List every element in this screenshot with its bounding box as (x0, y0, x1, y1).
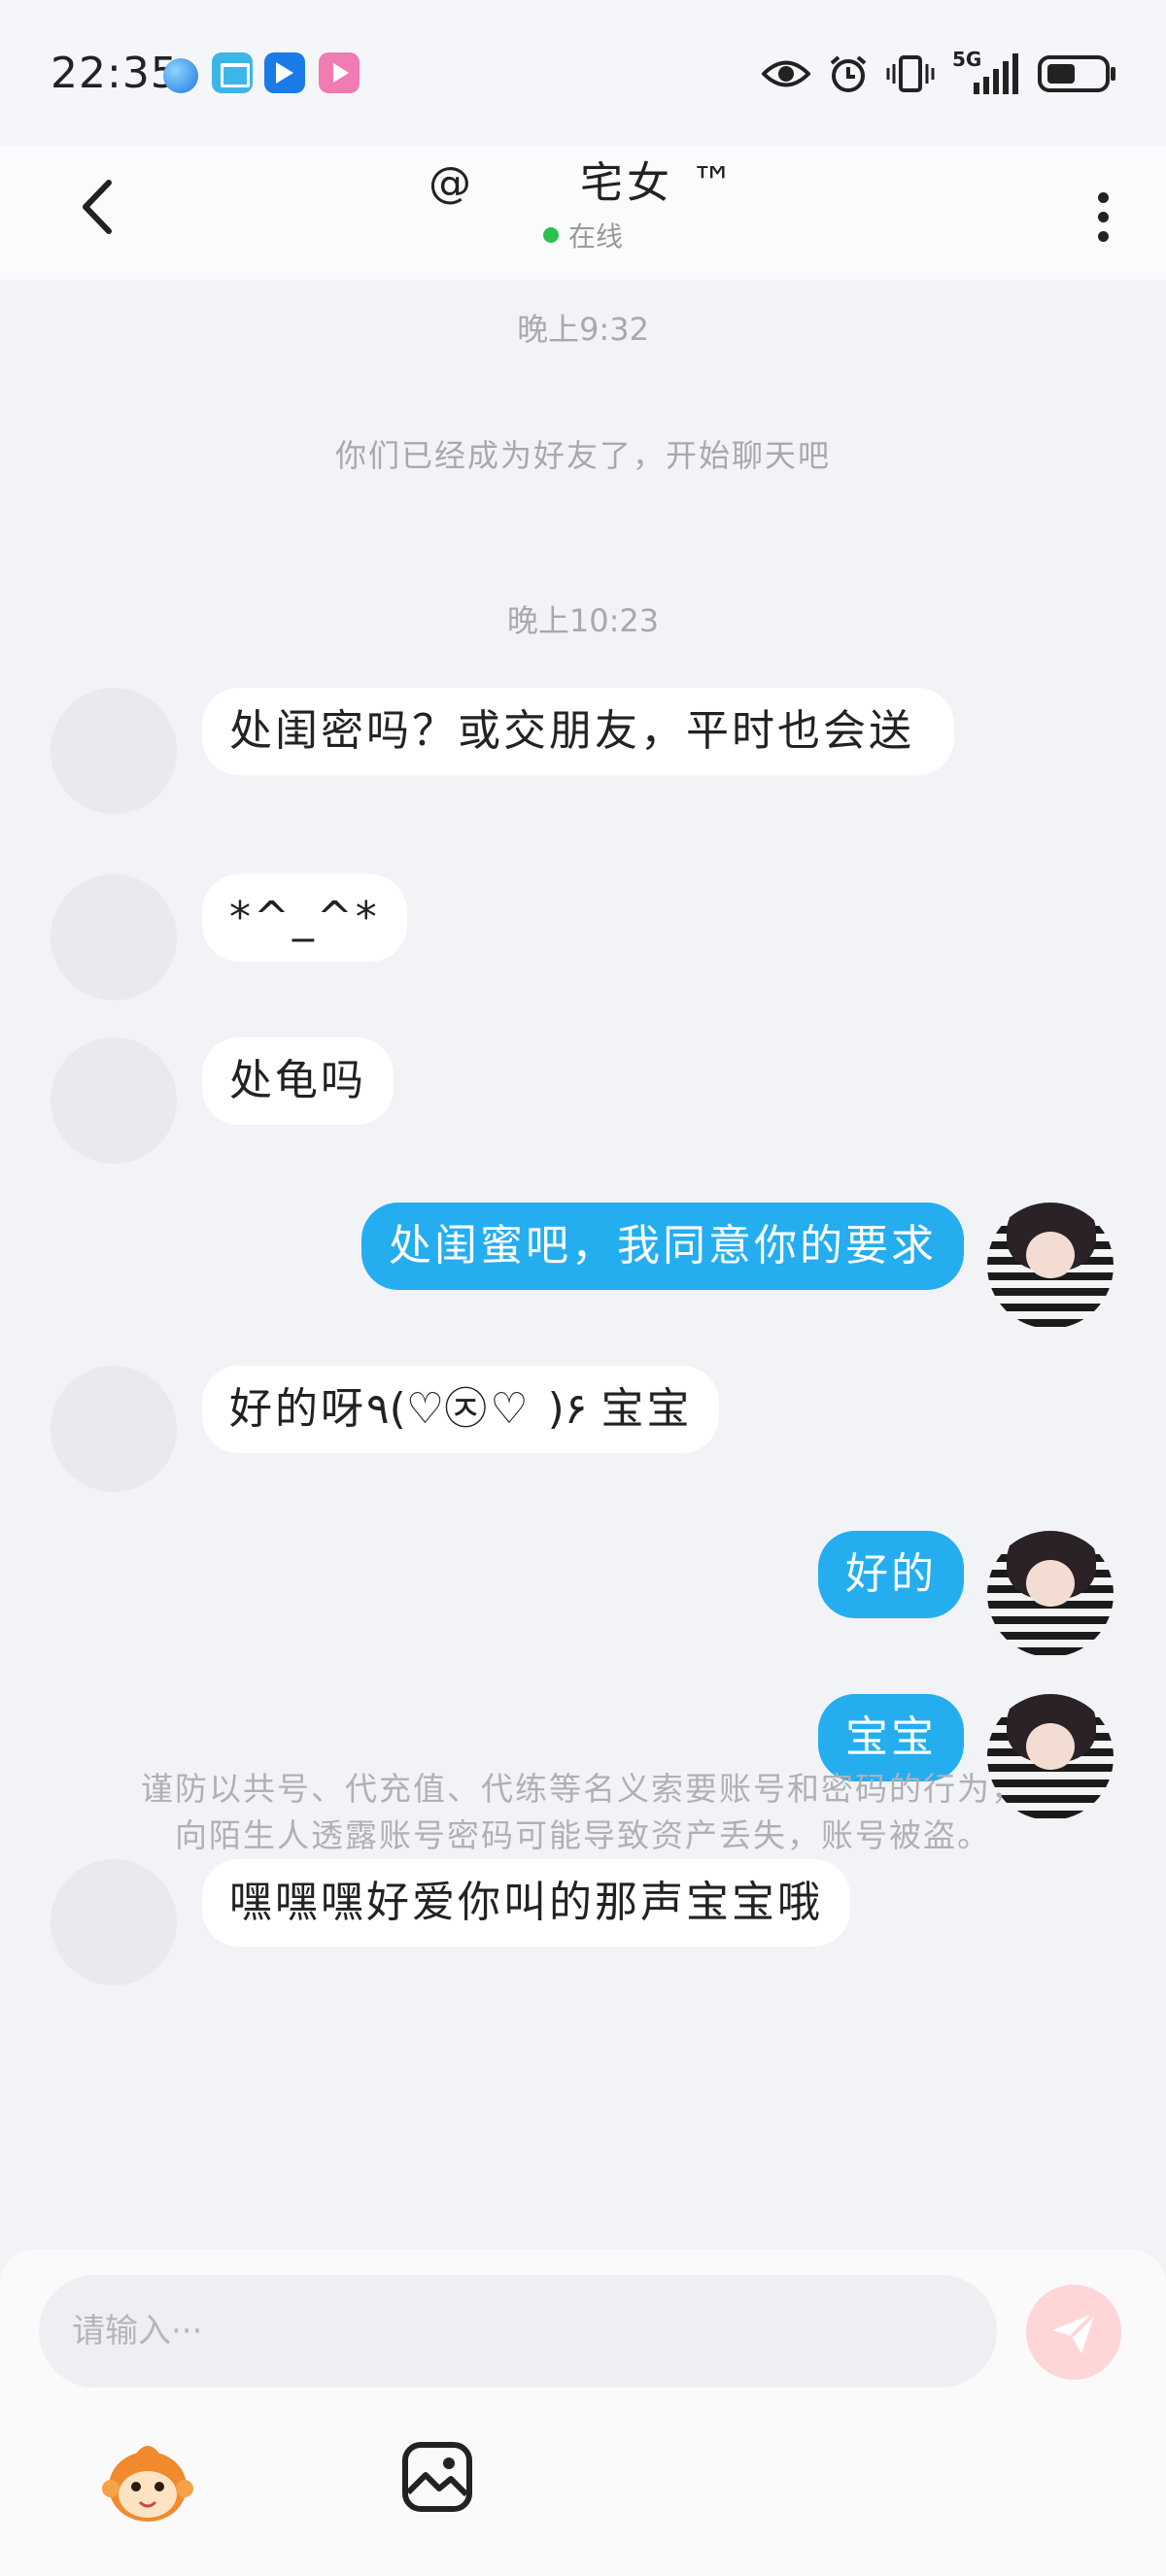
contact-avatar[interactable] (51, 1037, 177, 1164)
eye-icon (762, 60, 810, 87)
vibrate-icon (886, 55, 935, 92)
status-indicators: 5G (762, 47, 1117, 101)
contact-avatar[interactable] (51, 1366, 177, 1492)
more-vertical-dot (1098, 212, 1109, 222)
battery-icon (1038, 55, 1115, 92)
online-dot (542, 227, 559, 243)
more-vertical-dot (1098, 231, 1109, 242)
status-bar: 22:35 5G (0, 0, 1166, 146)
message-bubble-incoming[interactable]: 处龟吗 (202, 1037, 394, 1125)
signal-icon (974, 53, 1018, 94)
video-app-icon (319, 52, 360, 93)
security-disclaimer: 谨防以共号、代充值、代练等名义索要账号和密码的行为，向陌生人透露账号密码可能导致… (141, 1770, 1025, 1854)
system-message: 你们已经成为好友了，开始聊天吧 (334, 437, 831, 474)
user-avatar[interactable] (987, 1203, 1114, 1329)
more-vertical-icon (1098, 192, 1109, 203)
input-area (0, 2250, 1166, 2576)
chat-header: @ 宅女 ™ 在线 (0, 146, 1166, 280)
message-input[interactable] (39, 2275, 997, 2388)
browser-app-icon (163, 58, 198, 93)
timestamp: 晚上9:32 (517, 311, 649, 348)
online-status: 在线 (0, 216, 1166, 254)
user-avatar[interactable] (987, 1531, 1114, 1657)
image-icon (402, 2442, 472, 2512)
message-bubble-incoming[interactable]: 处闺密吗？或交朋友，平时也会送 (202, 688, 954, 775)
message-bubble-incoming[interactable]: *^_^* (202, 874, 407, 962)
reader-app-icon (212, 52, 253, 93)
chat-area[interactable]: 晚上9:32 你们已经成为好友了，开始聊天吧 晚上10:23 处闺密吗？或交朋友… (0, 280, 1166, 2250)
status-time: 22:35 (51, 49, 179, 98)
timestamp: 晚上10:23 (506, 602, 660, 639)
alarm-icon (830, 55, 867, 92)
more-options-button[interactable] (1073, 171, 1131, 249)
message-bubble-outgoing[interactable]: 处闺蜜吧，我同意你的要求 (361, 1203, 964, 1290)
feishu-app-icon (264, 52, 305, 93)
image-picker-button[interactable] (400, 2440, 474, 2514)
signal-indicator: 5G (952, 48, 1020, 96)
message-bubble-incoming[interactable]: 好的呀٩(♡㉨♡ )۶ 宝宝 (202, 1366, 720, 1453)
mascot-icon (102, 2446, 193, 2522)
contact-title: @ 宅女 ™ 在线 (0, 148, 1166, 254)
contact-avatar[interactable] (51, 874, 177, 1000)
message-bubble-outgoing[interactable]: 好的 (818, 1531, 964, 1618)
contact-name: @ 宅女 ™ (429, 158, 737, 208)
online-label: 在线 (567, 220, 623, 253)
message-bubble-incoming[interactable]: 嘿嘿嘿好爱你叫的那声宝宝哦 (202, 1859, 850, 1947)
send-icon (1052, 2311, 1097, 2354)
send-button[interactable] (1026, 2285, 1121, 2380)
contact-avatar[interactable] (51, 1859, 177, 1985)
emoji-mascot-button[interactable] (101, 2436, 194, 2529)
contact-avatar[interactable] (51, 688, 177, 814)
